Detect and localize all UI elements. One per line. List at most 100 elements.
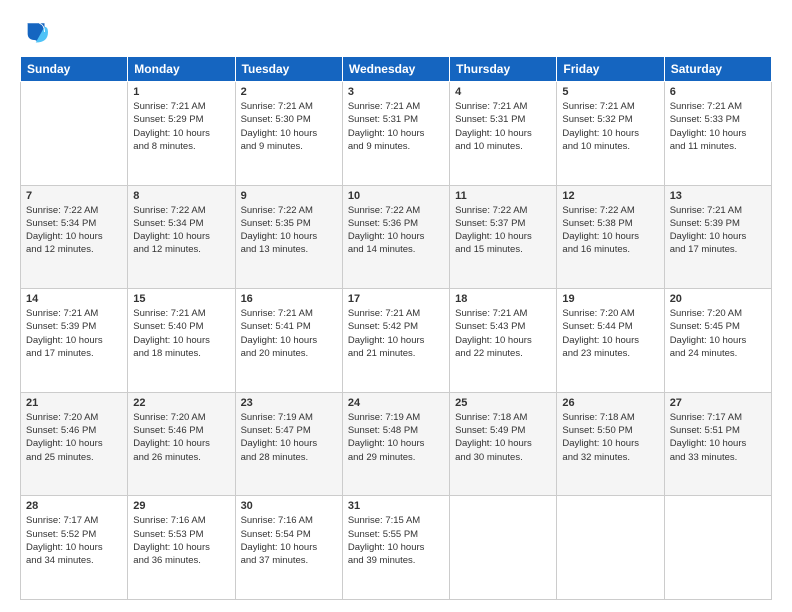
- day-info: Sunrise: 7:21 AMSunset: 5:40 PMDaylight:…: [133, 307, 229, 360]
- day-info: Sunrise: 7:18 AMSunset: 5:49 PMDaylight:…: [455, 411, 551, 464]
- day-number: 24: [348, 397, 444, 409]
- day-cell: 8Sunrise: 7:22 AMSunset: 5:34 PMDaylight…: [128, 185, 235, 289]
- day-cell: 25 Sunrise: 7:18 AMSunset: 5:49 PMDayligh…: [450, 392, 557, 496]
- day-info: Sunrise: 7:18 AMSunset: 5:50 PMDaylight:…: [562, 411, 658, 464]
- day-info: Sunrise: 7:21 AMSunset: 5:29 PMDaylight:…: [133, 100, 229, 153]
- day-number: 31: [348, 500, 444, 512]
- day-info: Sunrise: 7:21 AMSunset: 5:33 PMDaylight:…: [670, 100, 766, 153]
- day-info: Sunrise: 7:20 AMSunset: 5:46 PMDaylight:…: [26, 411, 122, 464]
- day-number: 25: [455, 397, 551, 409]
- day-number: 30: [241, 500, 337, 512]
- day-number: 26: [562, 397, 658, 409]
- day-number: 21: [26, 397, 122, 409]
- day-info: Sunrise: 7:20 AMSunset: 5:45 PMDaylight:…: [670, 307, 766, 360]
- logo-icon: [20, 18, 48, 46]
- day-info: Sunrise: 7:22 AMSunset: 5:34 PMDaylight:…: [26, 204, 122, 257]
- day-info: Sunrise: 7:17 AMSunset: 5:52 PMDaylight:…: [26, 514, 122, 567]
- weekday-header-tuesday: Tuesday: [235, 57, 342, 82]
- page: SundayMondayTuesdayWednesdayThursdayFrid…: [0, 0, 792, 612]
- day-cell: 4 Sunrise: 7:21 AMSunset: 5:31 PMDaylight…: [450, 82, 557, 186]
- day-number: 4: [455, 86, 551, 98]
- day-cell: 23 Sunrise: 7:19 AMSunset: 5:47 PMDayligh…: [235, 392, 342, 496]
- day-number: 18: [455, 293, 551, 305]
- day-cell: 29 Sunrise: 7:16 AMSunset: 5:53 PMDayligh…: [128, 496, 235, 600]
- day-cell: 14 Sunrise: 7:21 AMSunset: 5:39 PMDayligh…: [21, 289, 128, 393]
- day-number: 19: [562, 293, 658, 305]
- weekday-header-row: SundayMondayTuesdayWednesdayThursdayFrid…: [21, 57, 772, 82]
- day-info: Sunrise: 7:15 AMSunset: 5:55 PMDaylight:…: [348, 514, 444, 567]
- day-info: Sunrise: 7:22 AMSunset: 5:34 PMDaylight:…: [133, 204, 229, 257]
- day-number: 13: [670, 190, 766, 202]
- day-info: Sunrise: 7:21 AMSunset: 5:43 PMDaylight:…: [455, 307, 551, 360]
- day-info: Sunrise: 7:22 AMSunset: 5:37 PMDaylight:…: [455, 204, 551, 257]
- day-number: 28: [26, 500, 122, 512]
- day-number: 12: [562, 190, 658, 202]
- day-cell: 24Sunrise: 7:19 AMSunset: 5:48 PMDayligh…: [342, 392, 449, 496]
- day-info: Sunrise: 7:16 AMSunset: 5:53 PMDaylight:…: [133, 514, 229, 567]
- day-cell: 31 Sunrise: 7:15 AMSunset: 5:55 PMDayligh…: [342, 496, 449, 600]
- day-info: Sunrise: 7:20 AMSunset: 5:44 PMDaylight:…: [562, 307, 658, 360]
- day-cell: 6 Sunrise: 7:21 AMSunset: 5:33 PMDaylight…: [664, 82, 771, 186]
- day-info: Sunrise: 7:17 AMSunset: 5:51 PMDaylight:…: [670, 411, 766, 464]
- day-cell: [450, 496, 557, 600]
- weekday-header-monday: Monday: [128, 57, 235, 82]
- day-cell: 2 Sunrise: 7:21 AMSunset: 5:30 PMDaylight…: [235, 82, 342, 186]
- day-cell: [664, 496, 771, 600]
- day-cell: 15 Sunrise: 7:21 AMSunset: 5:40 PMDayligh…: [128, 289, 235, 393]
- day-info: Sunrise: 7:19 AMSunset: 5:47 PMDaylight:…: [241, 411, 337, 464]
- day-cell: 27 Sunrise: 7:17 AMSunset: 5:51 PMDayligh…: [664, 392, 771, 496]
- day-number: 20: [670, 293, 766, 305]
- calendar: SundayMondayTuesdayWednesdayThursdayFrid…: [20, 56, 772, 600]
- day-cell: 10Sunrise: 7:22 AMSunset: 5:36 PMDayligh…: [342, 185, 449, 289]
- day-cell: 17 Sunrise: 7:21 AMSunset: 5:42 PMDayligh…: [342, 289, 449, 393]
- day-number: 6: [670, 86, 766, 98]
- day-cell: 30 Sunrise: 7:16 AMSunset: 5:54 PMDayligh…: [235, 496, 342, 600]
- day-cell: 16 Sunrise: 7:21 AMSunset: 5:41 PMDayligh…: [235, 289, 342, 393]
- day-number: 15: [133, 293, 229, 305]
- day-cell: 12Sunrise: 7:22 AMSunset: 5:38 PMDayligh…: [557, 185, 664, 289]
- day-number: 29: [133, 500, 229, 512]
- day-cell: 13Sunrise: 7:21 AMSunset: 5:39 PMDayligh…: [664, 185, 771, 289]
- day-info: Sunrise: 7:21 AMSunset: 5:39 PMDaylight:…: [26, 307, 122, 360]
- day-number: 23: [241, 397, 337, 409]
- day-cell: 9 Sunrise: 7:22 AMSunset: 5:35 PMDaylight…: [235, 185, 342, 289]
- day-cell: [21, 82, 128, 186]
- week-row-1: 7 Sunrise: 7:22 AMSunset: 5:34 PMDaylight…: [21, 185, 772, 289]
- day-info: Sunrise: 7:21 AMSunset: 5:42 PMDaylight:…: [348, 307, 444, 360]
- week-row-4: 28 Sunrise: 7:17 AMSunset: 5:52 PMDayligh…: [21, 496, 772, 600]
- day-number: 1: [133, 86, 229, 98]
- weekday-header-saturday: Saturday: [664, 57, 771, 82]
- week-row-2: 14 Sunrise: 7:21 AMSunset: 5:39 PMDayligh…: [21, 289, 772, 393]
- day-cell: [557, 496, 664, 600]
- day-number: 27: [670, 397, 766, 409]
- day-cell: 11 Sunrise: 7:22 AMSunset: 5:37 PMDayligh…: [450, 185, 557, 289]
- day-info: Sunrise: 7:16 AMSunset: 5:54 PMDaylight:…: [241, 514, 337, 567]
- day-number: 9: [241, 190, 337, 202]
- weekday-header-sunday: Sunday: [21, 57, 128, 82]
- day-cell: 21 Sunrise: 7:20 AMSunset: 5:46 PMDayligh…: [21, 392, 128, 496]
- day-info: Sunrise: 7:20 AMSunset: 5:46 PMDaylight:…: [133, 411, 229, 464]
- day-number: 7: [26, 190, 122, 202]
- day-cell: 7 Sunrise: 7:22 AMSunset: 5:34 PMDaylight…: [21, 185, 128, 289]
- header: [20, 18, 772, 46]
- day-number: 11: [455, 190, 551, 202]
- day-number: 17: [348, 293, 444, 305]
- weekday-header-friday: Friday: [557, 57, 664, 82]
- day-number: 22: [133, 397, 229, 409]
- day-cell: 18 Sunrise: 7:21 AMSunset: 5:43 PMDayligh…: [450, 289, 557, 393]
- day-info: Sunrise: 7:22 AMSunset: 5:35 PMDaylight:…: [241, 204, 337, 257]
- logo: [20, 18, 52, 46]
- day-cell: 5Sunrise: 7:21 AMSunset: 5:32 PMDaylight…: [557, 82, 664, 186]
- day-info: Sunrise: 7:21 AMSunset: 5:41 PMDaylight:…: [241, 307, 337, 360]
- day-info: Sunrise: 7:21 AMSunset: 5:30 PMDaylight:…: [241, 100, 337, 153]
- weekday-header-wednesday: Wednesday: [342, 57, 449, 82]
- day-cell: 1 Sunrise: 7:21 AMSunset: 5:29 PMDaylight…: [128, 82, 235, 186]
- day-cell: 22 Sunrise: 7:20 AMSunset: 5:46 PMDayligh…: [128, 392, 235, 496]
- day-cell: 19 Sunrise: 7:20 AMSunset: 5:44 PMDayligh…: [557, 289, 664, 393]
- day-number: 2: [241, 86, 337, 98]
- day-number: 14: [26, 293, 122, 305]
- day-info: Sunrise: 7:21 AMSunset: 5:31 PMDaylight:…: [455, 100, 551, 153]
- day-cell: 3Sunrise: 7:21 AMSunset: 5:31 PMDaylight…: [342, 82, 449, 186]
- day-cell: 28 Sunrise: 7:17 AMSunset: 5:52 PMDayligh…: [21, 496, 128, 600]
- day-number: 16: [241, 293, 337, 305]
